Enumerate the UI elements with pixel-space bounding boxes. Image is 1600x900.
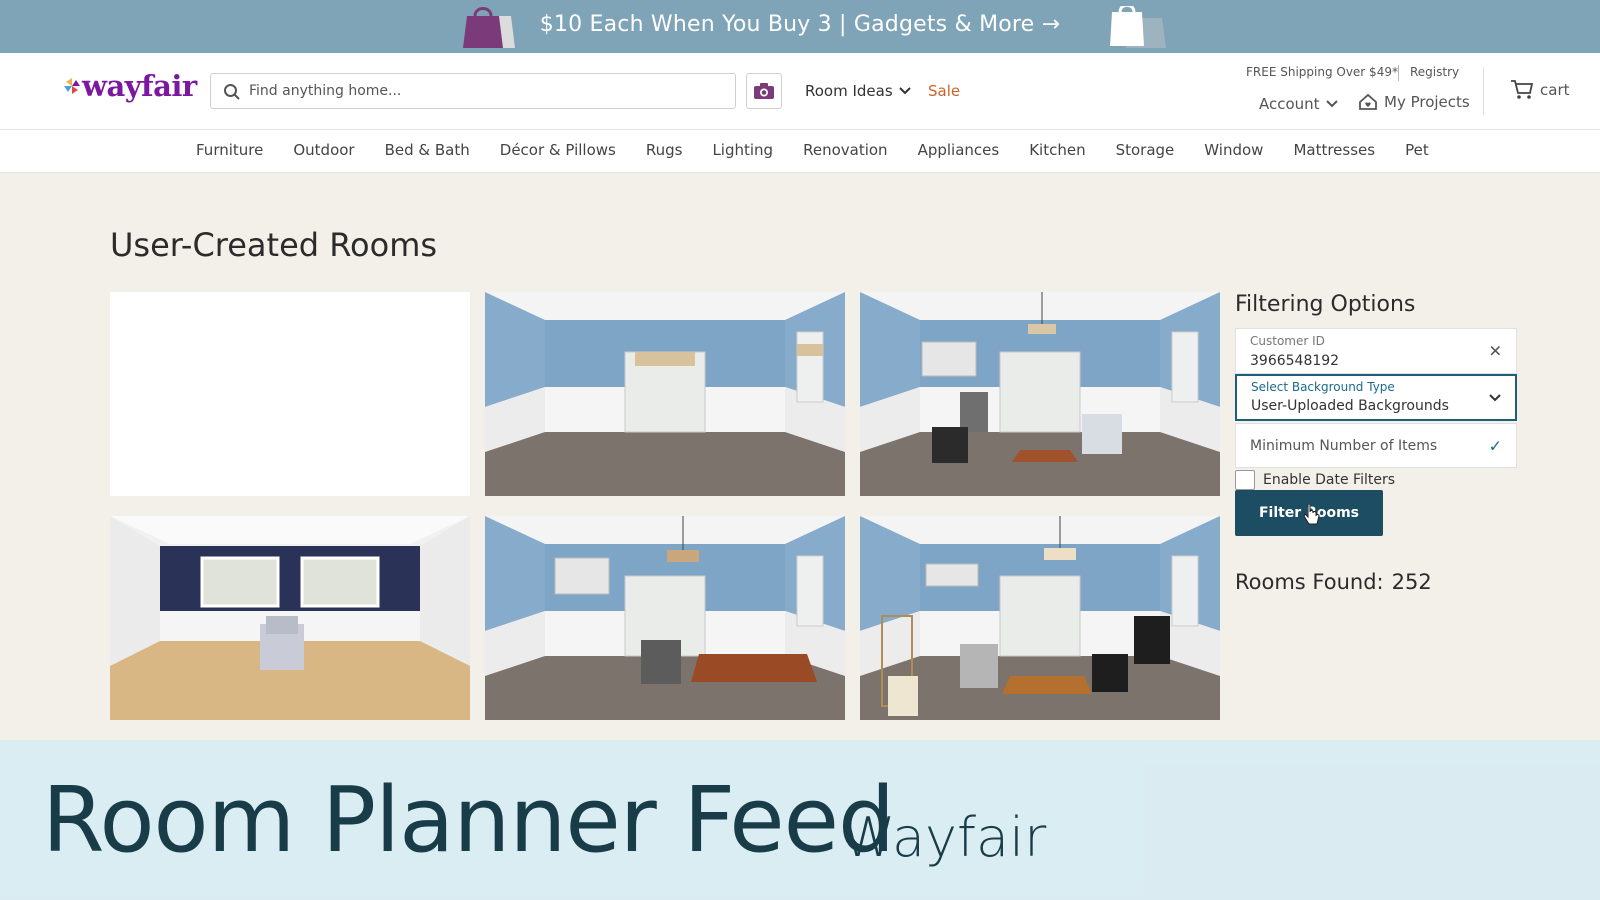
date-filter-checkbox[interactable] xyxy=(1235,470,1255,490)
logo-text: wayfair xyxy=(82,69,197,103)
customer-id-value[interactable]: 3966548192 xyxy=(1250,353,1339,369)
nav-item-furniture[interactable]: Furniture xyxy=(196,141,263,159)
checkmark-icon: ✓ xyxy=(1488,436,1502,455)
nav-item-pet[interactable]: Pet xyxy=(1405,141,1429,159)
room-thumbnail[interactable] xyxy=(860,516,1220,720)
room-thumbnail[interactable] xyxy=(110,292,470,496)
chevron-down-icon[interactable] xyxy=(1489,393,1501,402)
room-thumbnail[interactable] xyxy=(110,516,470,720)
room-scene-image xyxy=(485,516,845,720)
nav-item-window[interactable]: Window xyxy=(1204,141,1263,159)
my-projects-link[interactable]: My Projects xyxy=(1358,93,1470,111)
caption-subtitle: Wayfair xyxy=(842,806,1047,869)
room-scene-image xyxy=(110,516,470,720)
cart-icon xyxy=(1511,80,1534,99)
pinwheel-logo-icon xyxy=(64,78,80,94)
category-nav: Furniture Outdoor Bed & Bath Décor & Pillow… xyxy=(0,129,1600,173)
chevron-down-icon xyxy=(898,87,911,95)
search-bar[interactable] xyxy=(210,73,736,109)
promo-text[interactable]: $10 Each When You Buy 3 | Gadgets & More… xyxy=(0,12,1600,37)
cart-label: cart xyxy=(1540,81,1570,99)
free-shipping-link[interactable]: FREE Shipping Over $49* xyxy=(1246,65,1398,79)
nav-item-kitchen[interactable]: Kitchen xyxy=(1029,141,1085,159)
registry-link[interactable]: Registry xyxy=(1410,65,1459,79)
nav-item-mattresses[interactable]: Mattresses xyxy=(1293,141,1375,159)
rooms-found-value: 252 xyxy=(1391,570,1432,594)
room-scene-image xyxy=(485,292,845,496)
sale-link[interactable]: Sale xyxy=(928,82,960,100)
header-divider xyxy=(1398,65,1399,81)
nav-item-outdoor[interactable]: Outdoor xyxy=(293,141,354,159)
background-type-label: Select Background Type xyxy=(1251,380,1395,394)
caption-title: Room Planner Feed xyxy=(42,768,895,873)
customer-id-field[interactable]: Customer ID 3966548192 ✕ xyxy=(1235,328,1517,374)
rooms-found-label: Rooms Found: xyxy=(1235,570,1384,594)
promo-banner[interactable]: $10 Each When You Buy 3 | Gadgets & More… xyxy=(0,0,1600,53)
account-label: Account xyxy=(1259,95,1320,113)
site-header: wayfair Room Ideas Sale FREE Shipping Ov… xyxy=(0,53,1600,129)
room-scene-image xyxy=(860,292,1220,496)
room-thumbnail[interactable] xyxy=(485,292,845,496)
search-input[interactable] xyxy=(249,74,719,108)
nav-item-storage[interactable]: Storage xyxy=(1116,141,1175,159)
room-ideas-label: Room Ideas xyxy=(805,82,893,100)
minimum-items-field[interactable]: Minimum Number of Items ✓ xyxy=(1235,423,1517,468)
room-ideas-menu[interactable]: Room Ideas xyxy=(805,82,911,100)
minimum-items-label: Minimum Number of Items xyxy=(1250,438,1438,454)
house-heart-icon xyxy=(1359,93,1377,110)
nav-item-rugs[interactable]: Rugs xyxy=(646,141,683,159)
account-menu[interactable]: Account xyxy=(1259,95,1338,113)
room-thumbnail[interactable] xyxy=(485,516,845,720)
chevron-down-icon xyxy=(1325,100,1338,108)
page-title: User-Created Rooms xyxy=(110,226,438,264)
customer-id-label: Customer ID xyxy=(1250,334,1325,348)
nav-item-bed-bath[interactable]: Bed & Bath xyxy=(385,141,470,159)
background-type-value[interactable]: User-Uploaded Backgrounds xyxy=(1251,398,1449,414)
clear-icon[interactable]: ✕ xyxy=(1489,342,1502,361)
shopping-bag-icon xyxy=(1110,6,1166,48)
nav-item-appliances[interactable]: Appliances xyxy=(918,141,1000,159)
room-thumbnail[interactable] xyxy=(860,292,1220,496)
background-type-select[interactable]: Select Background Type User-Uploaded Bac… xyxy=(1235,374,1517,421)
nav-item-d-cor-pillows[interactable]: Décor & Pillows xyxy=(500,141,616,159)
camera-icon xyxy=(754,83,774,99)
visual-search-button[interactable] xyxy=(746,73,782,109)
header-divider xyxy=(1483,67,1484,115)
mouse-cursor-icon xyxy=(1303,504,1320,525)
search-icon xyxy=(224,84,240,100)
rooms-found-count: Rooms Found: 252 xyxy=(1235,570,1432,594)
my-projects-label: My Projects xyxy=(1384,93,1470,111)
nav-item-renovation[interactable]: Renovation xyxy=(803,141,887,159)
nav-item-lighting[interactable]: Lighting xyxy=(712,141,773,159)
date-filter-label: Enable Date Filters xyxy=(1263,472,1396,488)
room-scene-image xyxy=(860,516,1220,720)
filter-panel: Filtering Options Customer ID 3966548192… xyxy=(1235,292,1517,594)
wayfair-logo[interactable]: wayfair xyxy=(62,69,197,103)
filter-panel-title: Filtering Options xyxy=(1235,292,1416,317)
date-filter-toggle[interactable]: Enable Date Filters xyxy=(1235,470,1395,490)
cart-link[interactable]: cart xyxy=(1510,79,1570,101)
